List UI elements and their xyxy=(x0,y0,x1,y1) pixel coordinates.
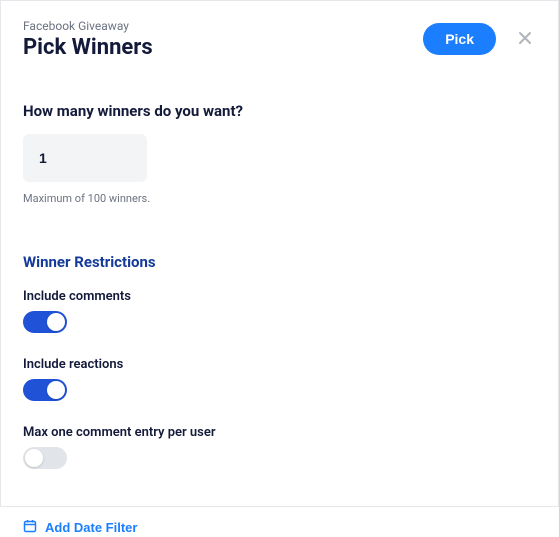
close-icon xyxy=(518,29,532,49)
subtitle: Facebook Giveaway xyxy=(23,19,153,33)
close-button[interactable] xyxy=(514,26,536,52)
include-reactions-label: Include reactions xyxy=(23,357,536,372)
include-reactions-row: Include reactions xyxy=(23,357,536,405)
toggle-knob xyxy=(25,449,43,467)
winners-question: How many winners do you want? xyxy=(23,102,536,120)
pick-button[interactable]: Pick xyxy=(423,23,496,55)
header: Facebook Giveaway Pick Winners Pick xyxy=(23,19,536,60)
toggle-knob xyxy=(47,313,65,331)
winners-section: How many winners do you want? Maximum of… xyxy=(23,102,536,205)
header-left: Facebook Giveaway Pick Winners xyxy=(23,19,153,60)
calendar-icon xyxy=(23,519,37,536)
include-comments-row: Include comments xyxy=(23,289,536,337)
include-comments-label: Include comments xyxy=(23,289,536,304)
page-title: Pick Winners xyxy=(23,35,153,60)
add-date-filter-button[interactable]: Add Date Filter xyxy=(23,519,137,536)
max-one-entry-label: Max one comment entry per user xyxy=(23,425,536,440)
winners-helper-text: Maximum of 100 winners. xyxy=(23,192,536,205)
restrictions-section: Winner Restrictions Include comments Inc… xyxy=(23,253,536,537)
include-comments-toggle[interactable] xyxy=(23,311,67,333)
header-right: Pick xyxy=(423,23,536,55)
max-one-entry-row: Max one comment entry per user xyxy=(23,425,536,473)
restrictions-title: Winner Restrictions xyxy=(23,253,536,271)
toggle-knob xyxy=(47,381,65,399)
include-reactions-toggle[interactable] xyxy=(23,379,67,401)
winners-count-input[interactable] xyxy=(23,134,147,182)
add-date-filter-label: Add Date Filter xyxy=(45,520,137,535)
max-one-entry-toggle[interactable] xyxy=(23,447,67,469)
